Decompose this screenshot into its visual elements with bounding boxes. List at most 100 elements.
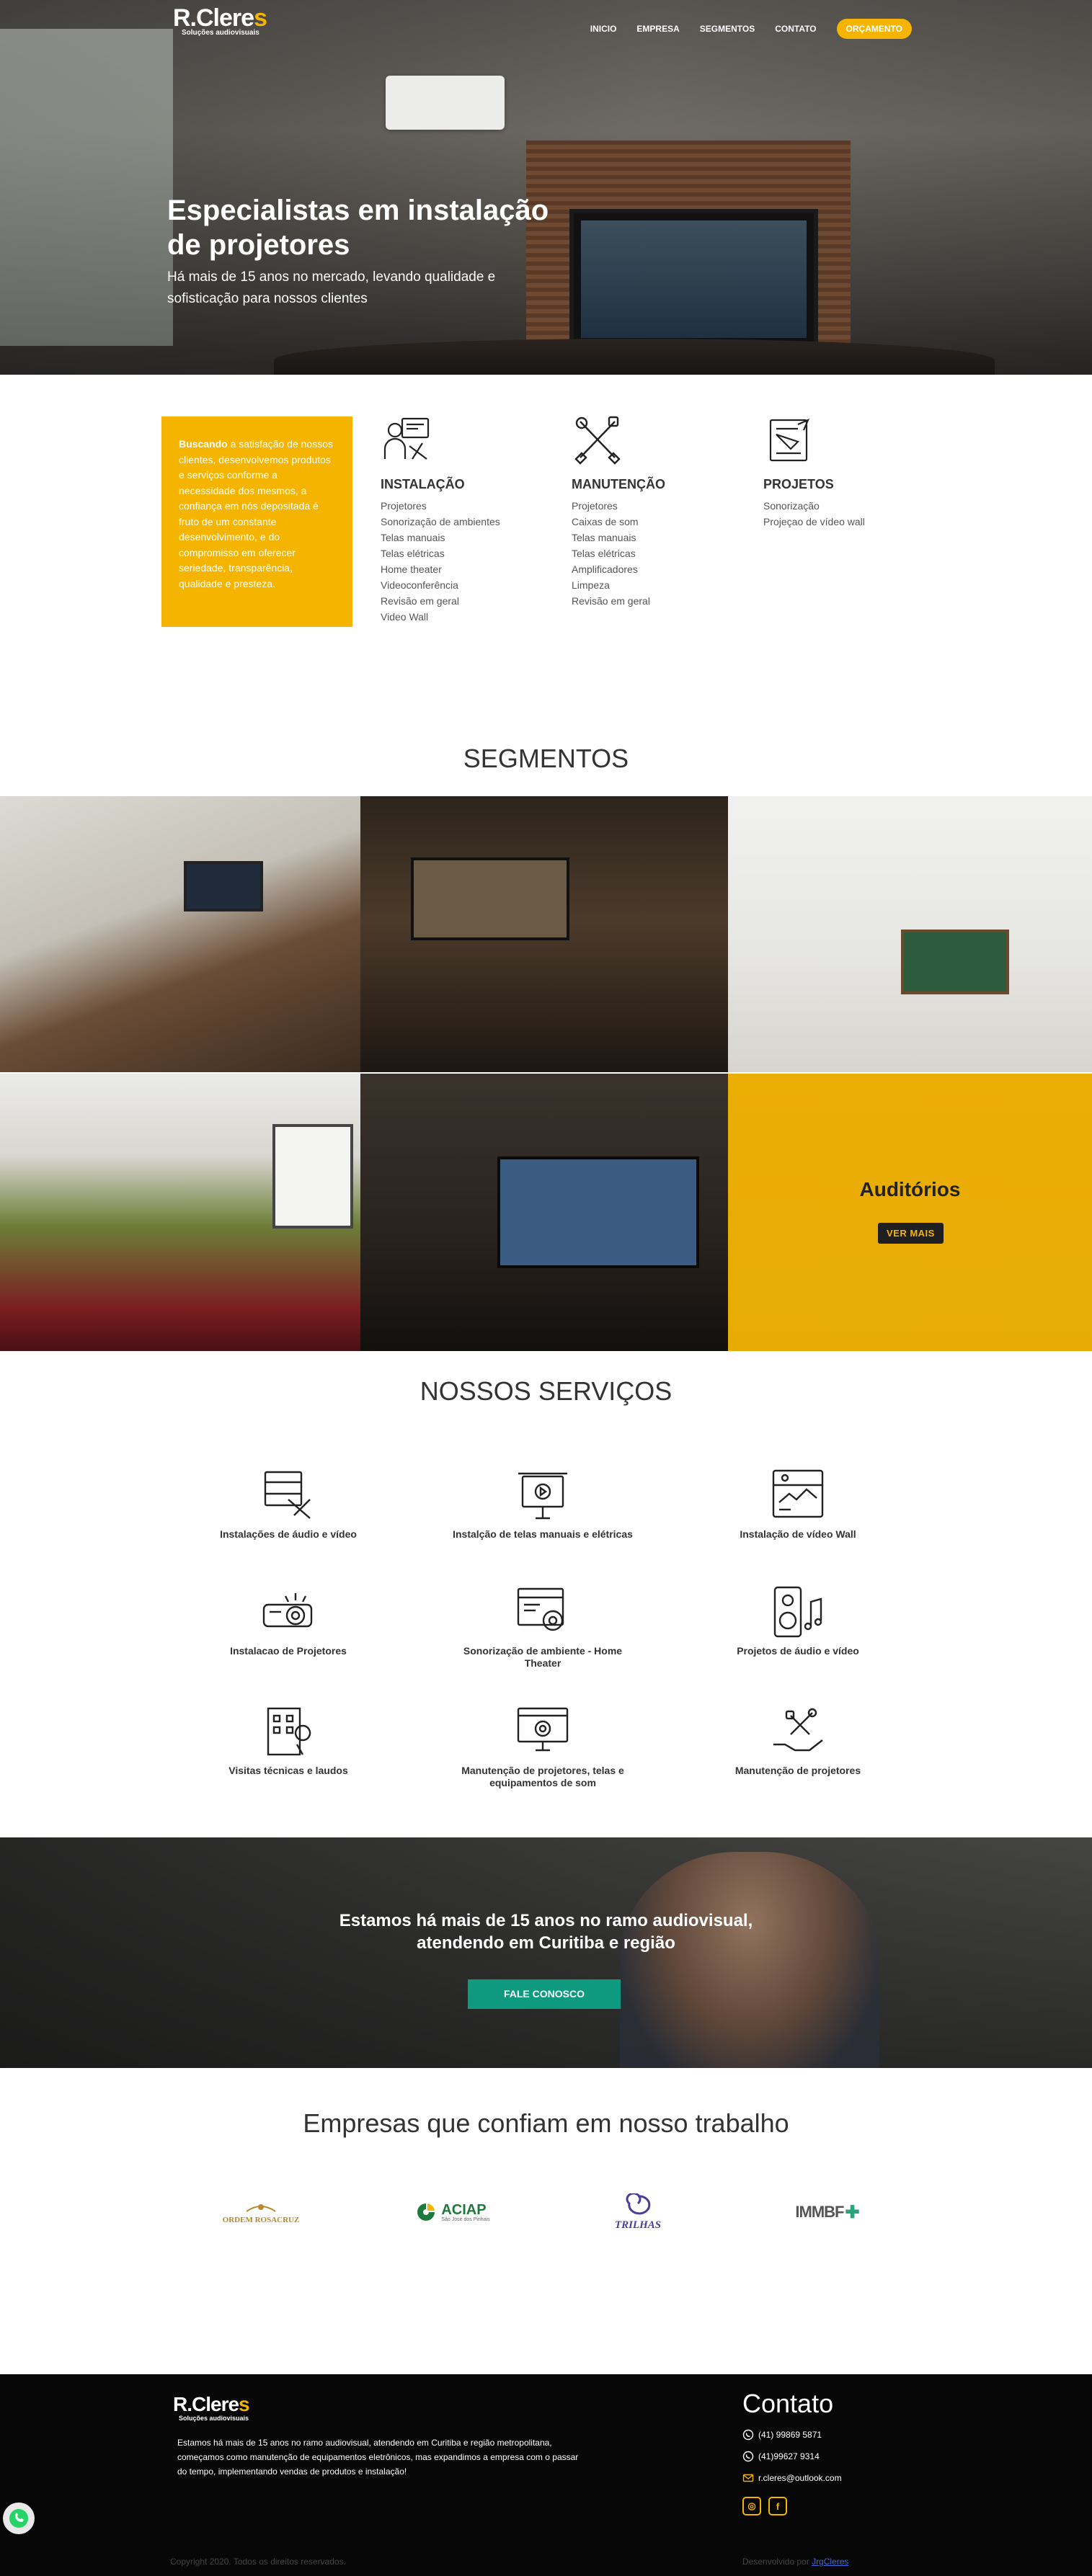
service-item: Sonorização de ambiente - Home Theater [449,1583,636,1670]
list-item: Caixas de som [572,516,639,527]
service-item: Visitas técnicas e laudos [195,1703,382,1777]
segment-tile-home-theater[interactable] [360,1074,728,1351]
nav-link-contato[interactable]: CONTATO [775,24,816,34]
tv-screen [184,861,263,912]
main-menu: INICIO EMPRESA SEGMENTOS CONTATO ORÇAMEN… [590,19,912,39]
projection-screen [411,857,569,940]
list-item: Home theater [381,563,442,575]
tools-icon [574,416,621,465]
segment-tile-classroom[interactable] [728,796,1092,1072]
facebook-icon[interactable]: f [768,2497,787,2515]
list-item: Projetores [381,500,427,512]
banner-title: Estamos há mais de 15 anos no ramo audio… [339,1911,753,1953]
service-item: Instalações de áudio e vídeo [195,1466,382,1541]
plus-icon: ✚ [845,2202,860,2222]
segment-tile-church[interactable] [0,1074,360,1351]
segment-tile-auditorios[interactable]: Auditórios VER MAIS [728,1074,1092,1351]
mission-box: Buscando a satisfação de nossos clientes… [161,416,352,627]
hero-section: R.Cleres Soluções audiovisuais INICIO EM… [0,0,1092,375]
hero-background-window [0,29,173,346]
email-link[interactable]: r.cleres@outlook.com [742,2472,842,2484]
projection-screen [497,1156,699,1268]
fale-conosco-button[interactable]: FALE CONOSCO [468,1979,621,2009]
list-item: Telas elétricas [381,548,445,559]
partners-section: Empresas que confiam em nosso trabalho O… [0,2068,1092,2374]
service-item: Instalação de vídeo Wall [704,1466,892,1541]
hero-text: Especialistas em instalação de projetores… [167,193,636,310]
projector-icon [262,1593,313,1628]
phone-1[interactable]: (41) 99869 5871 [742,2429,842,2441]
partner-logo-trilhas: TRILHAS [584,2187,692,2237]
list-item: Sonorização de ambientes [381,516,500,527]
orcamento-button[interactable]: ORÇAMENTO [836,19,912,39]
footer-logo[interactable]: R.Cleres Soluções audiovisuais [173,2394,250,2423]
partner-logo-rosacruz: ORDEM ROSACRUZ [207,2187,315,2237]
list-item: Videoconferência [381,579,458,591]
instagram-icon[interactable]: ◎ [742,2497,761,2515]
services-section: NOSSOS SERVIÇOS Instalações de áudio e v… [0,1351,1092,1837]
footer-about-text: Estamos há mais de 15 anos no ramo audio… [177,2438,579,2477]
column-projetos: PROJETOS Sonorização Projeçao de vídeo w… [763,414,951,530]
list-item: Amplificadores [572,563,638,575]
banner-background-person [620,1852,879,2068]
hand-tools-icon [773,1708,823,1752]
social-links: ◎ f [742,2497,842,2515]
hero-background-table [274,339,995,375]
list-item: Projetores [572,500,618,512]
phone-2[interactable]: (41)99627 9314 [742,2451,842,2462]
speaker-icon [773,1586,822,1638]
monitor-gear-icon [517,1707,569,1752]
list-item: Video Wall [381,611,429,623]
whatsapp-icon [742,2429,754,2441]
services-title: NOSSOS SERVIÇOS [420,1376,672,1406]
service-item: Manutenção de projetores, telas e equipa… [449,1703,636,1789]
top-navigation: R.Cleres Soluções audiovisuais INICIO EM… [0,0,1092,50]
service-item: Instalacao de Projetores [195,1583,382,1657]
partner-logo-aciap: ACIAP São José dos Pinhais [399,2187,507,2237]
installer-icon [383,417,430,460]
ver-mais-button[interactable]: VER MAIS [878,1223,944,1244]
whatsapp-icon [9,2509,28,2528]
hero-title: Especialistas em instalação de projetores [167,195,549,261]
segment-tile-restaurant[interactable] [360,796,728,1072]
blueprint-icon [769,418,810,462]
service-item: Manutenção de projetores [704,1703,892,1777]
nav-link-segmentos[interactable]: SEGMENTOS [700,24,755,34]
list-item: Limpeza [572,579,610,591]
home-theater-icon [517,1587,564,1631]
list-item: Revisão em geral [572,595,650,607]
mission-text: a satisfação de nossos clientes, desenvo… [179,438,333,589]
projection-screen-icon [518,1472,567,1520]
segment-tile-meeting-room[interactable] [0,796,360,1072]
partners-title: Empresas que confiam em nosso trabalho [303,2108,789,2138]
segments-grid: Auditórios VER MAIS [0,796,1092,1351]
footer-contact: Contato (41) 99869 5871 (41)99627 9314 r… [742,2389,842,2515]
building-location-icon [267,1707,311,1756]
brand-name-accent: s [254,4,267,32]
segments-title: SEGMENTOS [463,744,629,773]
copyright-text: Copyright 2020. Todos os direitos reserv… [170,2557,346,2567]
projection-screen [272,1124,353,1229]
hero-background-air-conditioner [386,76,505,130]
audio-video-install-icon [264,1471,311,1519]
nav-link-inicio[interactable]: INICIO [590,24,617,34]
brand-name: R.Clere [173,4,254,32]
mission-highlight: Buscando [179,438,228,450]
whatsapp-floating-button[interactable] [3,2503,35,2534]
intro-section: Buscando a satisfação de nossos clientes… [0,375,1092,721]
hero-subtitle: Há mais de 15 anos no mercado, levando q… [167,269,496,306]
nav-link-empresa[interactable]: EMPRESA [636,24,679,34]
developer-credit: Desenvolvido por JrgCleres [742,2557,849,2567]
video-wall-icon [772,1469,824,1518]
trilhas-emblem-icon [626,2193,651,2214]
column-instalacao: INSTALAÇÃO Projetores Sonorização de amb… [381,414,568,625]
list-item: Projeçao de vídeo wall [763,516,865,527]
column-title: MANUTENÇÃO [572,477,665,491]
brand-logo[interactable]: R.Cleres Soluções audiovisuais [173,6,267,37]
column-title: INSTALAÇÃO [381,477,465,491]
service-item: Instalção de telas manuais e elétricas [449,1466,636,1541]
partner-logo-immbf: IMMBF ✚ [795,2202,860,2222]
list-item: Telas manuais [572,532,636,543]
contact-title: Contato [742,2389,834,2418]
developer-link[interactable]: JrgCleres [812,2557,848,2567]
